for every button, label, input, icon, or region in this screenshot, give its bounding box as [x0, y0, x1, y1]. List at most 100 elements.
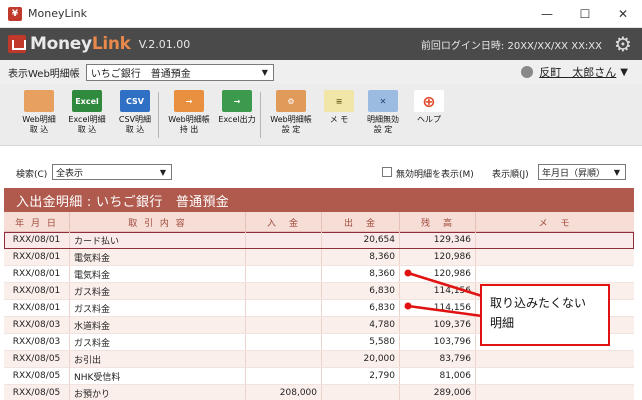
cell-withdrawal: 20,654 [322, 232, 400, 248]
cell-memo [476, 266, 634, 282]
web-export-label: Web明細帳 持 出 [168, 115, 210, 134]
table-row[interactable]: RXX/08/01 カード払い 20,654 129,346 [4, 232, 634, 249]
cell-balance: 120,986 [400, 266, 476, 282]
show-invalid-checkbox[interactable] [382, 167, 392, 177]
account-label: 表示Web明細帳 [8, 68, 80, 80]
cell-deposit [246, 283, 322, 299]
cell-date: RXX/08/05 [4, 351, 70, 367]
gear-icon[interactable]: ⚙ [612, 32, 634, 56]
cell-balance: 103,796 [400, 334, 476, 350]
cell-desc: 電気料金 [70, 266, 246, 282]
cell-balance: 109,376 [400, 317, 476, 333]
search-select[interactable]: 全表示 ▼ [52, 164, 172, 180]
cell-balance: 129,346 [400, 232, 476, 248]
memo-button[interactable]: ≡ メ モ [314, 88, 364, 142]
cell-balance: 289,006 [400, 385, 476, 400]
cell-desc: お預かり [70, 385, 246, 400]
callout-line-2: 明細 [490, 316, 515, 330]
chevron-down-icon: ▼ [261, 67, 268, 77]
window-title: MoneyLink [28, 7, 87, 20]
app-logo-icon: ¥ [8, 6, 22, 21]
cell-desc: ガス料金 [70, 300, 246, 316]
column-header-memo[interactable]: メ モ [476, 212, 634, 232]
help-button[interactable]: ⊕ ヘルプ [404, 88, 454, 142]
cell-withdrawal: 5,580 [322, 334, 400, 350]
excel-output-button[interactable]: → Excel出力 [212, 88, 262, 142]
csv-icon: CSV [120, 90, 150, 112]
moneylink-logo: MoneyLink [8, 34, 131, 54]
table-row[interactable]: RXX/08/01 電気料金 8,360 120,986 [4, 249, 634, 266]
web-import-label: Web明細 取 込 [22, 115, 56, 134]
cell-memo [476, 368, 634, 384]
cell-deposit [246, 334, 322, 350]
window-controls: — ☐ ✕ [528, 0, 642, 28]
web-statement-icon [24, 90, 54, 112]
column-header-withdrawal[interactable]: 出 金 [322, 212, 400, 232]
close-button[interactable]: ✕ [604, 0, 642, 28]
chevron-down-icon: ▼ [159, 168, 167, 177]
toolbar-divider [260, 92, 261, 138]
web-export-button[interactable]: → Web明細帳 持 出 [164, 88, 214, 142]
cell-withdrawal: 2,790 [322, 368, 400, 384]
cell-deposit: 208,000 [246, 385, 322, 400]
user-menu[interactable]: 反町 太郎さん ▼ [521, 64, 628, 80]
maximize-button[interactable]: ☐ [566, 0, 604, 28]
cell-deposit [246, 317, 322, 333]
cell-memo [476, 249, 634, 265]
web-settings-button[interactable]: ⚙ Web明細帳 設 定 [266, 88, 316, 142]
minimize-button[interactable]: — [528, 0, 566, 28]
user-icon [521, 66, 534, 78]
cell-withdrawal [322, 385, 400, 400]
cell-date: RXX/08/01 [4, 266, 70, 282]
excel-icon: Excel [72, 90, 102, 112]
cell-deposit [246, 249, 322, 265]
filter-row: 検索(C) 全表示 ▼ 無効明細を表示(M) 表示順(J) 年月日（昇順） ▼ [0, 146, 642, 186]
cell-withdrawal: 8,360 [322, 266, 400, 282]
logo-text: MoneyLink [30, 34, 131, 54]
user-name[interactable]: 反町 太郎さん [539, 64, 616, 80]
table-row[interactable]: RXX/08/01 電気料金 8,360 120,986 [4, 266, 634, 283]
cell-date: RXX/08/01 [4, 249, 70, 265]
app-header: MoneyLink V.2.01.00 前回ログイン日時: 20XX/XX/XX… [0, 28, 642, 60]
show-invalid-label[interactable]: 無効明細を表示(M) [396, 167, 474, 180]
excel-output-icon: → [222, 90, 252, 112]
table-header: 年 月 日 取 引 内 容 入 金 出 金 残 高 メ モ [4, 212, 634, 232]
sort-select[interactable]: 年月日（昇順） ▼ [538, 164, 626, 180]
cell-desc: お引出 [70, 351, 246, 367]
column-header-date[interactable]: 年 月 日 [4, 212, 70, 232]
user-caret-icon[interactable]: ▼ [620, 67, 628, 78]
cell-withdrawal: 6,830 [322, 300, 400, 316]
table-row[interactable]: RXX/08/05 お預かり 208,000 289,006 [4, 385, 634, 400]
table-row[interactable]: RXX/08/05 お引出 20,000 83,796 [4, 351, 634, 368]
cell-desc: 水道料金 [70, 317, 246, 333]
cell-desc: ガス料金 [70, 283, 246, 299]
cell-date: RXX/08/01 [4, 283, 70, 299]
cell-balance: 83,796 [400, 351, 476, 367]
account-select[interactable]: いちご銀行 普通預金 ▼ [85, 63, 274, 81]
column-header-deposit[interactable]: 入 金 [246, 212, 322, 232]
cell-withdrawal: 6,830 [322, 283, 400, 299]
excel-output-label: Excel出力 [218, 115, 256, 124]
excel-import-button[interactable]: Excel Excel明細 取 込 [62, 88, 112, 142]
cell-balance: 114,156 [400, 300, 476, 316]
cell-date: RXX/08/03 [4, 317, 70, 333]
column-header-description[interactable]: 取 引 内 容 [70, 212, 246, 232]
invalidate-button[interactable]: ✕ 明細無効 設 定 [358, 88, 408, 142]
cell-date: RXX/08/01 [4, 300, 70, 316]
memo-label: メ モ [329, 115, 349, 124]
search-select-value: 全表示 [56, 168, 84, 179]
excel-import-label: Excel明細 取 込 [68, 115, 106, 134]
cell-deposit [246, 266, 322, 282]
cell-withdrawal: 20,000 [322, 351, 400, 367]
cell-desc: ガス料金 [70, 334, 246, 350]
cell-memo [476, 232, 634, 248]
web-import-button[interactable]: Web明細 取 込 [14, 88, 64, 142]
cell-balance: 120,986 [400, 249, 476, 265]
table-row[interactable]: RXX/08/05 NHK受信料 2,790 81,006 [4, 368, 634, 385]
column-header-balance[interactable]: 残 高 [400, 212, 476, 232]
cell-date: RXX/08/05 [4, 368, 70, 384]
csv-import-label: CSV明細 取 込 [118, 115, 152, 134]
cell-date: RXX/08/03 [4, 334, 70, 350]
cell-withdrawal: 8,360 [322, 249, 400, 265]
csv-import-button[interactable]: CSV CSV明細 取 込 [110, 88, 160, 142]
